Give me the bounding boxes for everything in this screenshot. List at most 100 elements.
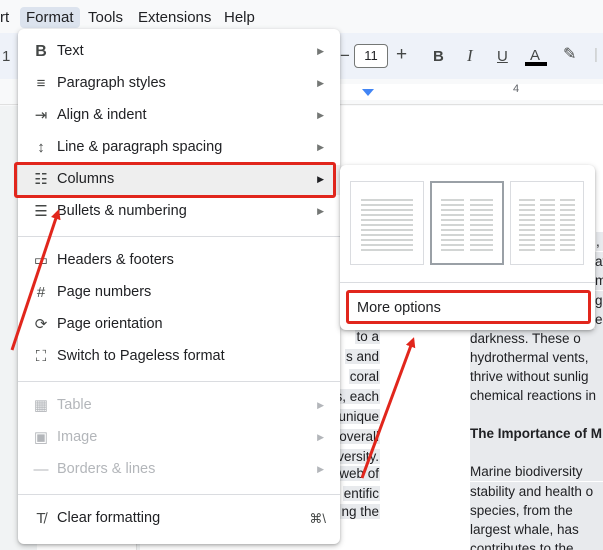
menu-item-align-indent[interactable]: ⇥ Align & indent ▶ [18, 101, 340, 131]
clear-formatting-icon: T̸ [36, 510, 46, 527]
borders-lines-icon: — [33, 461, 49, 478]
text-line: to a [355, 329, 380, 344]
two-columns-option[interactable] [430, 181, 504, 265]
text-line: web of [338, 466, 380, 481]
hashtag-icon: # [36, 284, 46, 301]
menu-item-label: Clear formatting [57, 510, 161, 526]
image-icon: ▣ [33, 429, 49, 446]
menu-divider [18, 381, 340, 382]
three-columns-preview-icon [519, 199, 575, 251]
text-line: overall [338, 429, 380, 444]
chevron-right-icon: ▶ [317, 400, 324, 410]
menu-item-label: Table [57, 397, 92, 413]
table-icon: ▦ [33, 397, 49, 414]
indent-marker[interactable] [362, 89, 374, 96]
text-line: Marine biodiversity [470, 462, 603, 481]
section-heading: The Importance of M [470, 424, 603, 443]
menu-item-page-orientation[interactable]: ⟳ Page orientation [18, 310, 340, 340]
text-line: mi [595, 271, 603, 290]
headers-footers-icon: ▭ [33, 252, 49, 269]
chevron-right-icon: ▶ [317, 206, 324, 216]
menu-item-label: Image [57, 429, 98, 445]
menu-format[interactable]: Format [20, 7, 80, 28]
menu-item-table: ▦ Table ▶ [18, 391, 340, 421]
text-line: g [595, 291, 603, 310]
text-line: entific [342, 486, 380, 501]
highlight-color-button[interactable]: ✎ [563, 45, 576, 65]
menu-item-bullets-numbering[interactable]: ☰ Bullets & numbering ▶ [18, 197, 340, 227]
menu-insert[interactable]: rt [0, 7, 15, 28]
menu-item-clear-formatting[interactable]: T̸ Clear formatting ⌘\ [18, 504, 340, 534]
menu-item-line-spacing[interactable]: ↕ Line & paragraph spacing ▶ [18, 133, 340, 163]
menu-item-borders-lines: — Borders & lines ▶ [18, 455, 340, 485]
bulleted-list-icon: ☰ [34, 203, 48, 220]
text-color-swatch [525, 62, 547, 66]
chevron-right-icon: ▶ [317, 46, 324, 56]
text-line: thrive without sunlig [470, 367, 603, 386]
chevron-right-icon: ▶ [317, 142, 324, 152]
align-indent-icon: ⇥ [34, 107, 48, 124]
increase-font-size-button[interactable]: + [396, 45, 407, 65]
text-line: ng the [340, 504, 380, 519]
font-size-input[interactable]: 11 [354, 44, 388, 68]
text-line: s and [344, 349, 380, 364]
paragraph-styles-icon: ≡ [36, 75, 46, 92]
annotation-highlight-more-options [346, 290, 591, 324]
chevron-right-icon: ▶ [317, 110, 324, 120]
menu-item-paragraph-styles[interactable]: ≡ Paragraph styles ▶ [18, 69, 340, 99]
bold-icon: B [35, 43, 47, 60]
one-column-option[interactable] [350, 181, 424, 265]
menu-item-label: Borders & lines [57, 461, 156, 477]
text-line: species, from the [470, 501, 603, 520]
menu-tools[interactable]: Tools [82, 7, 129, 28]
chevron-right-icon: ▶ [317, 464, 324, 474]
menu-item-page-numbers[interactable]: # Page numbers [18, 278, 340, 308]
menu-item-pageless[interactable]: ⛶ Switch to Pageless format [18, 342, 340, 372]
italic-button[interactable]: I [467, 46, 473, 66]
menu-item-label: Headers & footers [57, 252, 174, 268]
menu-item-label: Paragraph styles [57, 75, 166, 91]
menu-extensions[interactable]: Extensions [132, 7, 217, 28]
pageless-icon: ⛶ [35, 348, 47, 365]
chevron-right-icon: ▶ [317, 78, 324, 88]
text-line: coral [348, 369, 380, 384]
text-line: avi [595, 252, 603, 271]
format-menu: B Text ▶ ≡ Paragraph styles ▶ ⇥ Align & … [18, 29, 340, 544]
text-line: largest whale, has [470, 520, 603, 539]
page-orientation-icon: ⟳ [34, 316, 48, 333]
one-column-preview-icon [361, 199, 413, 251]
menu-item-image: ▣ Image ▶ [18, 423, 340, 453]
bold-button[interactable]: B [433, 47, 444, 67]
menu-item-label: Switch to Pageless format [57, 348, 225, 364]
text-line: , [596, 232, 603, 251]
text-line: darkness. These o [470, 329, 603, 348]
menu-item-label: Text [57, 43, 84, 59]
keyboard-shortcut: ⌘\ [309, 511, 326, 526]
toolbar-divider: | [594, 46, 598, 63]
three-columns-option[interactable] [510, 181, 584, 265]
ruler-number: 4 [513, 83, 520, 95]
text-line: contributes to the [470, 539, 603, 550]
menu-item-headers-footers[interactable]: ▭ Headers & footers [18, 246, 340, 276]
ruler-page-area [340, 84, 603, 100]
toolbar-partial-label: 1 [2, 48, 11, 65]
text-line: hydrothermal vents, [470, 348, 603, 367]
menu-divider [18, 236, 340, 237]
menu-item-label: Line & paragraph spacing [57, 139, 223, 155]
submenu-divider [340, 282, 595, 283]
text-line: e [595, 310, 603, 329]
menu-item-text[interactable]: B Text ▶ [18, 37, 340, 67]
menu-item-label: Bullets & numbering [57, 203, 187, 219]
text-line: unique [337, 409, 380, 424]
menu-item-label: Page numbers [57, 284, 152, 300]
chevron-right-icon: ▶ [317, 432, 324, 442]
text-line: s, each [334, 389, 380, 404]
decrease-font-size-button[interactable]: − [340, 46, 350, 66]
text-line: stability and health o [470, 482, 603, 501]
text-line: chemical reactions in [470, 386, 603, 405]
underline-button[interactable]: U [497, 47, 508, 67]
line-spacing-icon: ↕ [37, 139, 45, 156]
menu-divider [18, 494, 340, 495]
menu-help[interactable]: Help [218, 7, 261, 28]
text-line [470, 405, 603, 424]
